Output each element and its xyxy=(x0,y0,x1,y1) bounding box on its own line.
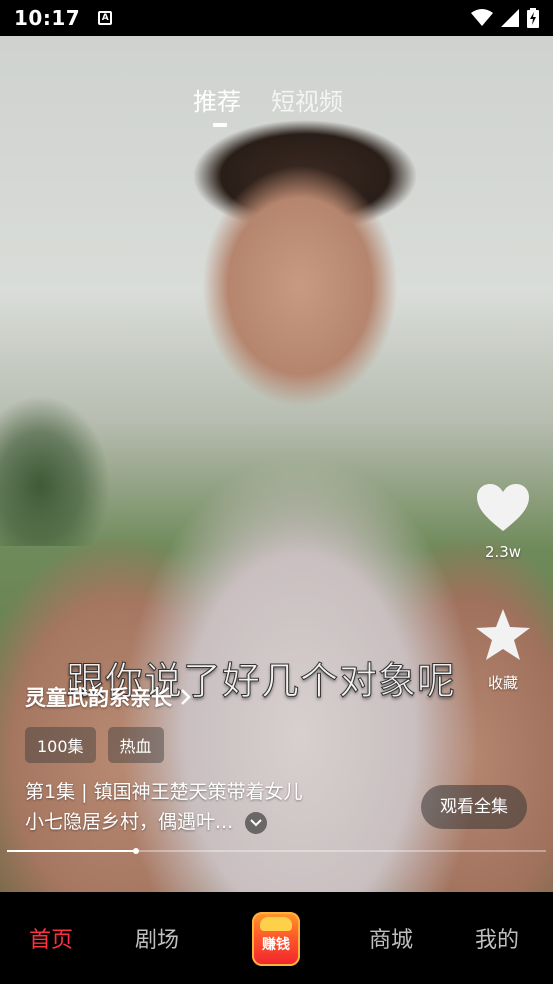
chevron-down-icon xyxy=(250,818,262,826)
top-tabs: 推荐 短视频 xyxy=(193,82,343,127)
nav-mall[interactable]: 商城 xyxy=(369,922,413,954)
drama-title: 灵童武韵系亲长 xyxy=(25,686,172,710)
tab-recommend[interactable]: 推荐 xyxy=(193,82,241,127)
tab-short-video-label: 短视频 xyxy=(271,88,343,116)
status-bar: 10:17 A xyxy=(0,0,553,36)
wifi-icon xyxy=(471,9,493,26)
chevron-right-icon xyxy=(181,689,191,705)
background-trees xyxy=(0,396,140,546)
heart-icon xyxy=(477,484,529,531)
nav-home[interactable]: 首页 xyxy=(29,922,73,954)
drama-title-link[interactable]: 灵童武韵系亲长 xyxy=(25,682,192,712)
signal-icon xyxy=(501,9,519,27)
video-progress-bar[interactable] xyxy=(7,848,546,854)
nav-mine[interactable]: 我的 xyxy=(475,922,519,954)
star-icon xyxy=(476,609,530,660)
nav-earn-label: 赚钱 xyxy=(262,937,290,953)
video-player[interactable] xyxy=(0,36,553,892)
battery-charging-icon xyxy=(527,8,539,28)
drama-tags: 100集 热血 xyxy=(25,727,164,763)
status-time: 10:17 xyxy=(14,6,81,30)
description-line-1: 第1集 | 镇国神王楚天策带着女儿 xyxy=(25,781,303,803)
notification-a-icon: A xyxy=(98,11,113,25)
tag-genre[interactable]: 热血 xyxy=(107,727,164,763)
status-icons xyxy=(471,8,539,28)
tab-active-indicator xyxy=(213,123,227,127)
nav-theater[interactable]: 剧场 xyxy=(135,922,179,954)
favorite-label: 收藏 xyxy=(487,674,518,692)
favorite-button[interactable]: 收藏 xyxy=(473,608,533,693)
coin-pouch-icon xyxy=(260,917,292,931)
tag-episodes[interactable]: 100集 xyxy=(25,727,96,763)
bottom-nav: 首页 剧场 赚钱 商城 我的 xyxy=(0,892,553,984)
expand-description-button[interactable] xyxy=(245,811,268,834)
tab-short-video[interactable]: 短视频 xyxy=(271,82,343,117)
watch-all-button[interactable]: 观看全集 xyxy=(421,785,527,829)
nav-earn-button[interactable]: 赚钱 xyxy=(252,912,300,966)
tab-recommend-label: 推荐 xyxy=(193,88,241,116)
drama-description: 第1集 | 镇国神王楚天策带着女儿 小七隐居乡村，偶遇叶... xyxy=(25,777,345,837)
progress-fill xyxy=(7,850,137,852)
description-line-2-text: 小七隐居乡村，偶遇叶... xyxy=(25,811,234,833)
description-line-2: 小七隐居乡村，偶遇叶... xyxy=(25,807,345,837)
like-button[interactable]: 2.3w xyxy=(473,483,533,561)
like-count: 2.3w xyxy=(484,543,522,561)
